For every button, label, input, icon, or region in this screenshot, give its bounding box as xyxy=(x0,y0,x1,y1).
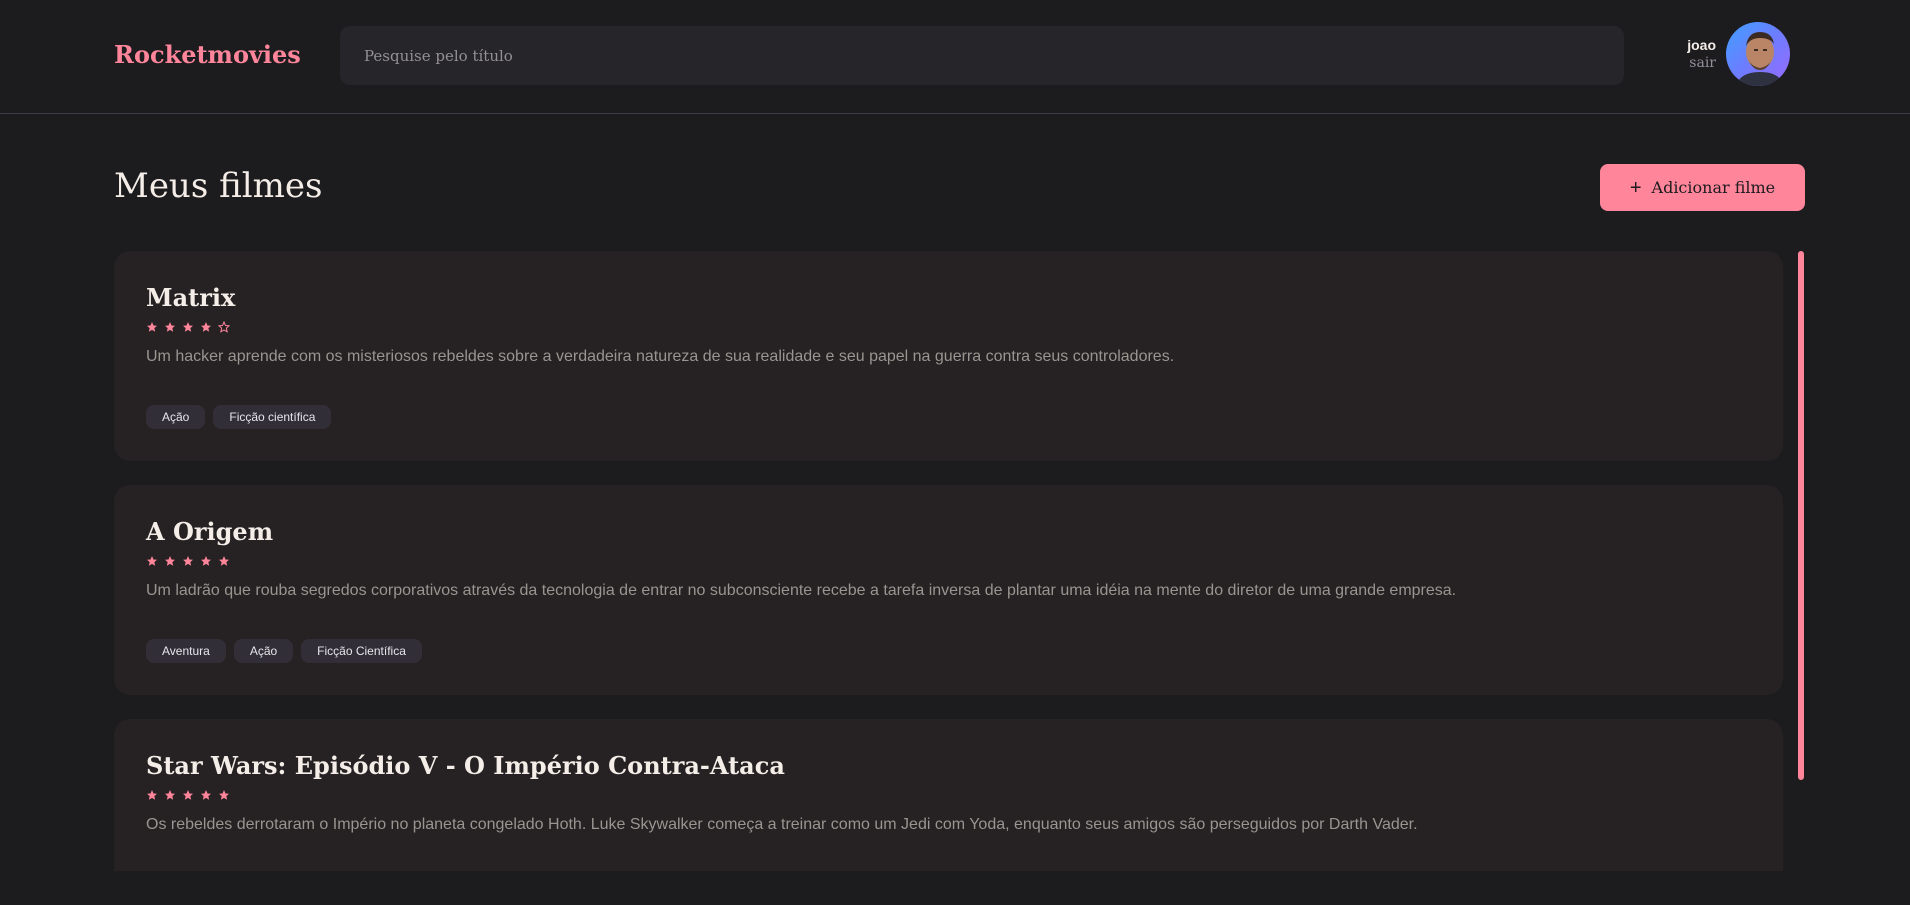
star-filled-icon xyxy=(183,322,193,332)
logout-link[interactable]: sair xyxy=(1687,54,1716,72)
star-filled-icon xyxy=(201,556,211,566)
star-filled-icon xyxy=(147,790,157,800)
tag: Ficção Científica xyxy=(301,639,422,663)
add-movie-button[interactable]: + Adicionar filme xyxy=(1600,164,1805,211)
avatar[interactable] xyxy=(1726,22,1790,86)
movie-title: A Origem xyxy=(146,517,274,546)
star-filled-icon xyxy=(183,790,193,800)
add-movie-label: Adicionar filme xyxy=(1651,178,1776,197)
star-filled-icon xyxy=(165,556,175,566)
movie-card[interactable]: Star Wars: Episódio V - O Império Contra… xyxy=(114,719,1783,871)
tag: Aventura xyxy=(146,639,226,663)
plus-icon: + xyxy=(1629,176,1642,199)
star-filled-icon xyxy=(165,790,175,800)
tag: Ação xyxy=(146,405,206,429)
movie-card[interactable]: A Origem Um ladrão que rouba segredos co… xyxy=(114,485,1783,695)
movie-description: Um hacker aprende com os misteriosos reb… xyxy=(146,348,1175,365)
tag: Ação xyxy=(233,639,294,663)
search-bar[interactable] xyxy=(340,26,1624,85)
profile-text: joao sair xyxy=(1687,36,1716,72)
rating-stars xyxy=(146,553,1751,569)
scrollbar[interactable] xyxy=(1798,251,1804,780)
page-title: Meus filmes xyxy=(114,166,323,206)
user-name: joao xyxy=(1687,37,1716,53)
movie-title: Matrix xyxy=(146,283,236,312)
movie-description: Os rebeldes derrotaram o Império no plan… xyxy=(146,816,1418,833)
movie-description: Um ladrão que rouba segredos corporativo… xyxy=(146,582,1457,599)
user-photo-icon xyxy=(1736,32,1784,86)
star-filled-icon xyxy=(219,556,229,566)
rating-stars xyxy=(146,319,1751,335)
star-filled-icon xyxy=(183,556,193,566)
tag-list: Aventura Ação Ficção Científica xyxy=(146,639,422,663)
tag-list: Ação Ficção científica xyxy=(146,405,332,429)
star-filled-icon xyxy=(147,556,157,566)
search-input[interactable] xyxy=(364,46,1624,65)
star-filled-icon xyxy=(165,322,175,332)
star-filled-icon xyxy=(201,790,211,800)
star-filled-icon xyxy=(219,790,229,800)
rating-stars xyxy=(146,787,1751,803)
movie-title: Star Wars: Episódio V - O Império Contra… xyxy=(146,751,785,780)
logo[interactable]: Rocketmovies xyxy=(114,40,301,69)
tag: Ficção científica xyxy=(213,405,332,429)
header: Rocketmovies joao sair xyxy=(0,0,1910,114)
movie-card[interactable]: Matrix Um hacker aprende com os misterio… xyxy=(114,251,1783,461)
star-empty-icon xyxy=(218,321,230,333)
movie-list[interactable]: Matrix Um hacker aprende com os misterio… xyxy=(114,251,1783,871)
star-filled-icon xyxy=(201,322,211,332)
star-filled-icon xyxy=(147,322,157,332)
profile: joao sair xyxy=(1687,22,1790,86)
